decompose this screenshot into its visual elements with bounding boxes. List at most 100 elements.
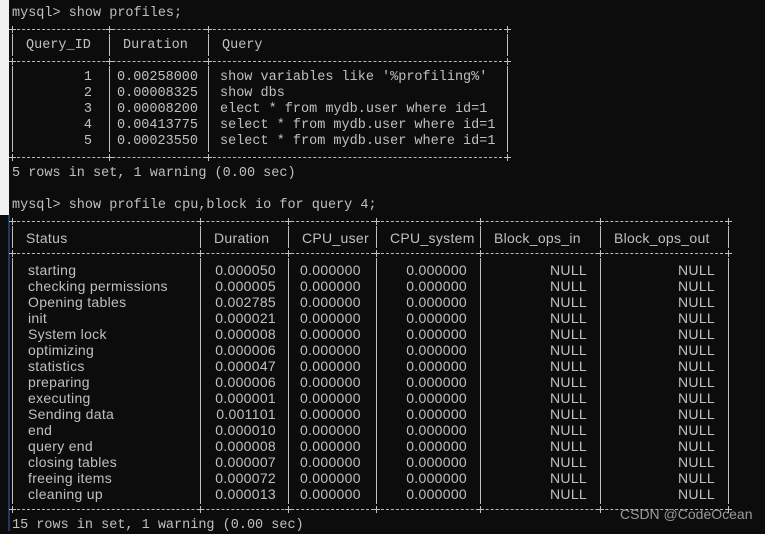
table-cell: 0.000006 <box>215 374 276 390</box>
column-header: Query <box>222 38 263 53</box>
table-cell: 0.000008 <box>215 438 276 454</box>
column-separator <box>376 226 377 248</box>
table-cell: 0.000047 <box>215 358 276 374</box>
table-border <box>12 29 507 30</box>
result-summary-1: 5 rows in set, 1 warning (0.00 sec) <box>12 166 296 181</box>
table-cell: NULL <box>678 310 715 326</box>
border-corner <box>9 154 16 161</box>
watermark: CSDN @CodeOcean <box>620 506 753 522</box>
table-cell: 4 <box>83 118 92 133</box>
table-cell: 0.000072 <box>215 470 276 486</box>
table-cell: NULL <box>678 422 715 438</box>
table-cell: 0.002785 <box>215 294 276 310</box>
border-corner <box>197 506 204 513</box>
column-header: Duration <box>214 230 270 246</box>
border-corner <box>106 58 113 65</box>
table-cell: 1 <box>83 70 92 85</box>
command-line-1: mysql> show profiles; <box>12 6 183 21</box>
table-border <box>12 61 507 62</box>
table-cell: 0.00413775 <box>117 118 199 133</box>
column-separator <box>109 66 110 152</box>
table-cell: elect * from mydb.user where id=1 <box>220 102 488 117</box>
column-header: Duration <box>123 38 188 53</box>
border-corner <box>597 250 604 257</box>
border-corner <box>285 506 292 513</box>
table-cell: select * from mydb.user where id=1 <box>220 134 496 149</box>
result-summary-2: 15 rows in set, 1 warning (0.00 sec) <box>12 518 304 533</box>
border-corner <box>197 218 204 225</box>
border-corner <box>597 218 604 225</box>
column-header: Status <box>26 230 68 246</box>
column-header: CPU_user <box>302 230 369 246</box>
border-corner <box>477 250 484 257</box>
table-cell: 5 <box>83 134 92 149</box>
border-corner <box>9 250 16 257</box>
border-corner <box>504 154 511 161</box>
table-cell: show variables like '%profiling%' <box>220 70 488 85</box>
table-border <box>12 253 728 254</box>
table-cell: NULL <box>678 278 715 294</box>
border-corner <box>9 506 16 513</box>
border-corner <box>106 26 113 33</box>
border-corner <box>373 218 380 225</box>
table-cell: 0.001101 <box>216 406 276 422</box>
border-corner <box>106 154 113 161</box>
column-separator <box>600 226 601 248</box>
table-cell: init <box>28 310 48 326</box>
table-cell: NULL <box>678 374 715 390</box>
border-corner <box>725 250 732 257</box>
border-corner <box>504 26 511 33</box>
table-cell: NULL <box>678 262 715 278</box>
border-corner <box>9 58 16 65</box>
column-separator <box>728 258 729 504</box>
border-corner <box>197 250 204 257</box>
column-separator <box>507 66 508 152</box>
table-cell: 0.000006 <box>215 342 276 358</box>
column-separator <box>12 34 13 56</box>
table-cell: end <box>28 422 53 438</box>
table-cell: NULL <box>678 358 715 374</box>
table-cell: 0.000050 <box>215 262 276 278</box>
column-separator <box>728 226 729 248</box>
column-separator <box>288 226 289 248</box>
table-cell: NULL <box>678 326 715 342</box>
table-cell: 0.000010 <box>215 422 276 438</box>
table-cell: show dbs <box>220 86 285 101</box>
table-cell: 0.00008200 <box>117 102 199 117</box>
column-separator <box>200 226 201 248</box>
border-corner <box>285 218 292 225</box>
border-corner <box>9 218 16 225</box>
column-separator <box>12 258 13 504</box>
table-cell: 0.000005 <box>215 278 276 294</box>
column-separator <box>208 66 209 152</box>
border-corner <box>504 58 511 65</box>
table-cell: NULL <box>678 470 715 486</box>
column-separator <box>109 34 110 56</box>
column-header: Block_ops_in <box>494 230 581 246</box>
border-corner <box>205 154 212 161</box>
table-cell: NULL <box>678 294 715 310</box>
border-corner <box>9 26 16 33</box>
table-cell: 0.00023550 <box>117 134 199 149</box>
border-corner <box>205 58 212 65</box>
column-header: Block_ops_out <box>614 230 710 246</box>
window-edge-accent <box>8 215 10 531</box>
table-cell: NULL <box>678 454 715 470</box>
table-cell: 0.000008 <box>215 326 276 342</box>
table-cell: 0.000021 <box>215 310 276 326</box>
table-border <box>12 221 728 222</box>
border-corner <box>477 218 484 225</box>
border-corner <box>205 26 212 33</box>
border-corner <box>285 250 292 257</box>
column-separator <box>208 34 209 56</box>
column-header: CPU_system <box>390 230 475 246</box>
table-cell: NULL <box>678 342 715 358</box>
table-cell: 0.000013 <box>215 486 276 502</box>
border-corner <box>725 218 732 225</box>
table-cell: NULL <box>678 438 715 454</box>
table-border <box>12 157 507 158</box>
table-cell: NULL <box>678 406 715 422</box>
table-cell: NULL <box>678 486 715 502</box>
border-corner <box>373 250 380 257</box>
column-separator <box>507 34 508 56</box>
